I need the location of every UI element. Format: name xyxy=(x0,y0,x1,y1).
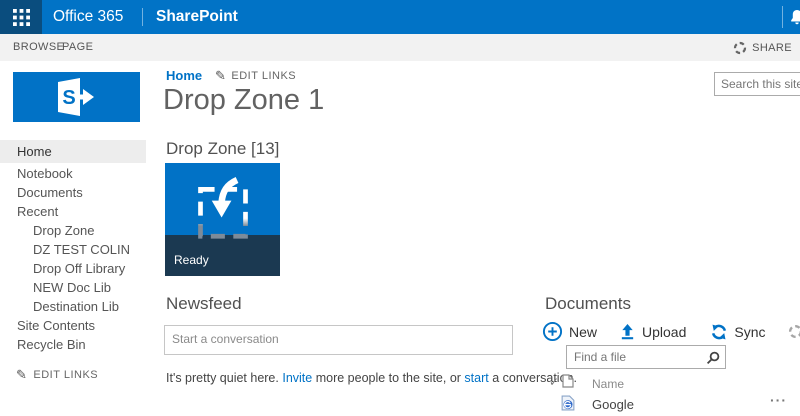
sidebar-item-documents[interactable]: Documents xyxy=(0,183,150,202)
sync-label: Sync xyxy=(734,324,765,340)
sync-button[interactable]: Sync xyxy=(710,323,765,341)
quiet-text-prefix: It's pretty quiet here. xyxy=(166,371,282,385)
file-type-column-icon xyxy=(562,374,574,393)
new-label: New xyxy=(569,324,597,340)
sidebar-item-notebook[interactable]: Notebook xyxy=(0,164,150,183)
name-column-header[interactable]: Name xyxy=(592,377,624,391)
conversation-input[interactable] xyxy=(164,325,513,355)
sharepoint-link[interactable]: SharePoint xyxy=(156,0,238,34)
sidebar-item-recycle-bin[interactable]: Recycle Bin xyxy=(0,335,150,354)
row-ellipsis-menu[interactable]: ··· xyxy=(770,392,787,408)
sidebar-item-new-doc-lib[interactable]: NEW Doc Lib xyxy=(0,278,150,297)
sidebar-item-drop-zone[interactable]: Drop Zone xyxy=(0,221,150,240)
documents-toolbar: New Upload Sync Share xyxy=(542,321,800,342)
dropzone-tile[interactable]: Ready xyxy=(165,163,280,276)
sync-icon xyxy=(710,323,728,341)
ribbon-bar: BROWSE PAGE SHARE xyxy=(0,34,800,61)
start-conversation-link[interactable]: start xyxy=(464,371,488,385)
svg-text:S: S xyxy=(62,87,75,109)
suite-bar-divider xyxy=(142,8,143,26)
documents-heading: Documents xyxy=(545,294,631,314)
sidebar-item-destination-lib[interactable]: Destination Lib xyxy=(0,297,150,316)
page-title: Drop Zone 1 xyxy=(163,84,324,117)
edit-links-sidebar[interactable]: ✎ EDIT LINKS xyxy=(0,367,150,383)
share-button[interactable]: SHARE xyxy=(733,34,792,61)
edit-links-label: EDIT LINKS xyxy=(231,70,296,82)
invite-link[interactable]: Invite xyxy=(282,371,312,385)
suite-bar-divider-right xyxy=(782,6,783,28)
upload-label: Upload xyxy=(642,324,686,340)
select-all-checkmark[interactable]: ✓ xyxy=(549,375,559,389)
new-plus-icon xyxy=(542,321,563,342)
waffle-icon xyxy=(13,9,30,26)
new-document-button[interactable]: New xyxy=(542,321,597,342)
upload-button[interactable]: Upload xyxy=(619,323,686,340)
site-search-input[interactable] xyxy=(714,72,800,96)
newsfeed-quiet-text: It's pretty quiet here. Invite more peop… xyxy=(166,371,577,385)
sidebar-item-drop-off-library[interactable]: Drop Off Library xyxy=(0,259,150,278)
site-logo[interactable]: S xyxy=(13,72,140,122)
search-magnifier-icon[interactable] xyxy=(706,351,720,370)
drop-target-icon xyxy=(193,176,253,244)
suite-bar: Office 365 SharePoint xyxy=(0,0,800,34)
sidebar-item-dz-test-colin[interactable]: DZ TEST COLIN xyxy=(0,240,150,259)
sidebar-item-home[interactable]: Home xyxy=(0,140,146,163)
google-link-file-icon[interactable] xyxy=(561,395,575,416)
share-label: SHARE xyxy=(752,42,792,54)
edit-links-top[interactable]: ✎ EDIT LINKS xyxy=(215,68,296,84)
notifications-bell-icon[interactable] xyxy=(789,9,800,31)
tile-status-label: Ready xyxy=(174,253,209,267)
quiet-text-mid: more people to the site, or xyxy=(312,371,464,385)
app-launcher-button[interactable] xyxy=(0,0,42,34)
share-disabled-icon xyxy=(788,324,800,339)
tab-page[interactable]: PAGE xyxy=(62,34,93,61)
office-365-link[interactable]: Office 365 xyxy=(53,0,123,34)
sharepoint-logo-icon: S xyxy=(44,76,110,118)
sidebar-item-recent[interactable]: Recent xyxy=(0,202,150,221)
find-file-box xyxy=(566,345,726,369)
pencil-icon: ✎ xyxy=(16,367,27,383)
pencil-icon: ✎ xyxy=(215,68,226,84)
share-document-button[interactable]: Share xyxy=(788,324,800,340)
document-row-google[interactable]: Google xyxy=(592,397,634,412)
newsfeed-heading: Newsfeed xyxy=(166,294,242,314)
sidebar-item-site-contents[interactable]: Site Contents xyxy=(0,316,150,335)
find-file-input[interactable] xyxy=(567,346,725,368)
breadcrumb-home-link[interactable]: Home xyxy=(166,68,202,83)
tab-browse[interactable]: BROWSE xyxy=(13,34,64,61)
edit-links-label: EDIT LINKS xyxy=(33,369,98,381)
left-navigation: Home Notebook Documents Recent Drop Zone… xyxy=(0,140,150,383)
upload-arrow-icon xyxy=(619,323,636,340)
dropzone-heading: Drop Zone [13] xyxy=(166,139,279,159)
share-icon xyxy=(733,41,747,55)
sharepoint-page: Office 365 SharePoint BROWSE PAGE SHARE … xyxy=(0,0,800,416)
